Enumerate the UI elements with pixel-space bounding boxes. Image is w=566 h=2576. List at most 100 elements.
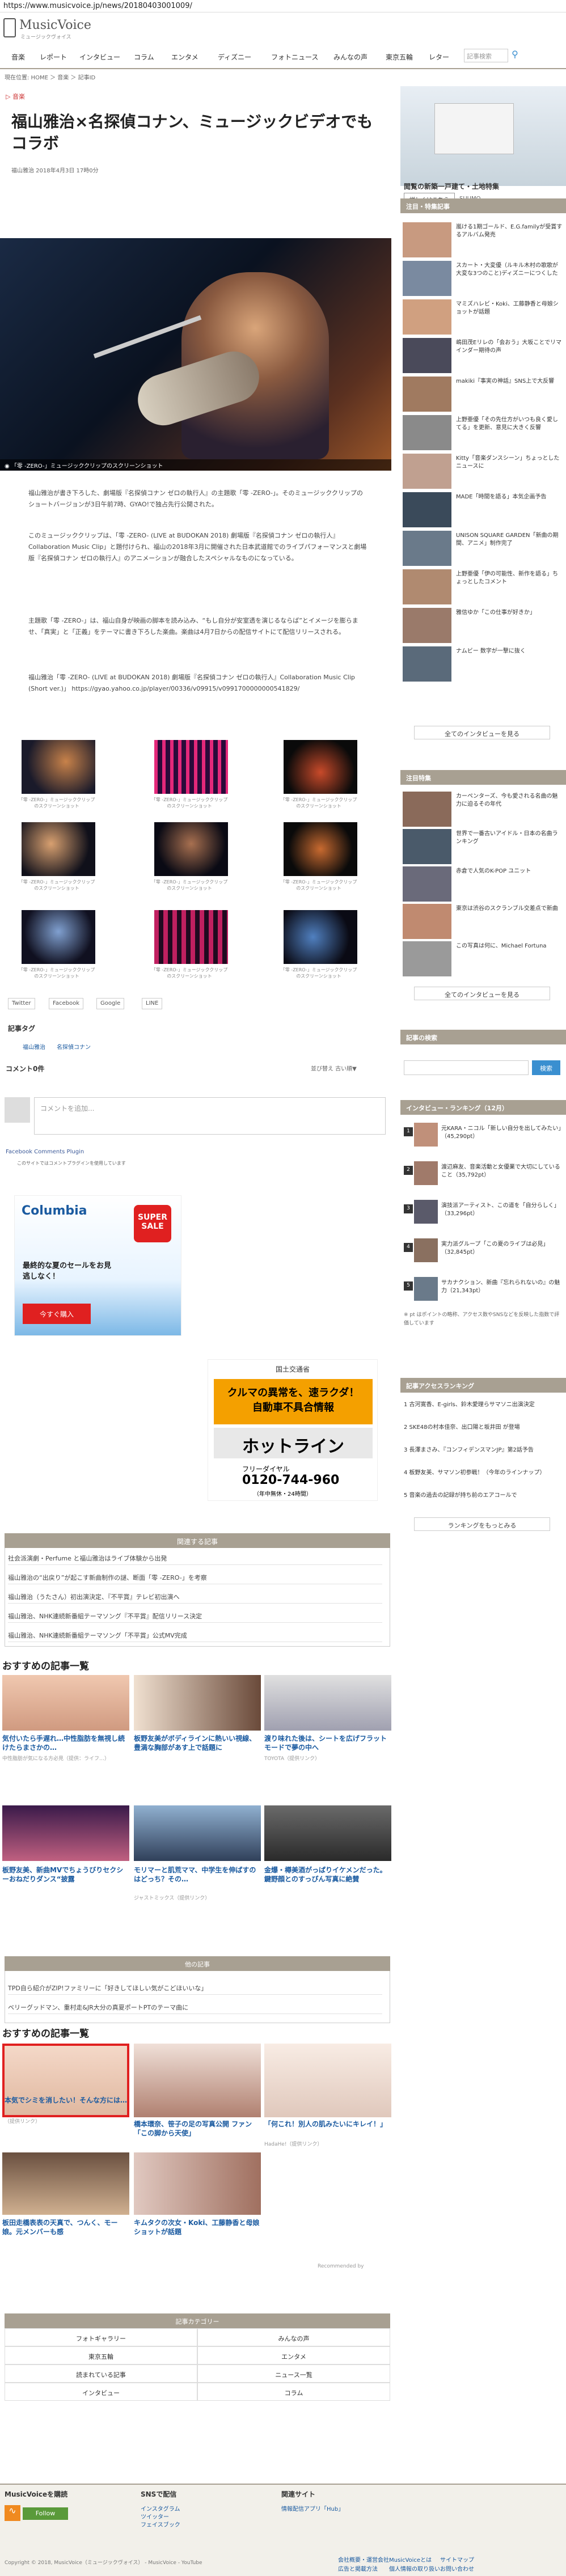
pickup-thumb[interactable] <box>403 608 451 643</box>
feature-item[interactable]: カーペンターズ、今も愛される名曲の魅力に迫るその年代 <box>456 793 563 809</box>
footer-related-link[interactable]: 情報配信アプリ「Hub」 <box>281 2504 344 2512</box>
comments-sort[interactable]: 並び替え 古い順▼ <box>311 1064 357 1072</box>
rank-thumb[interactable] <box>414 1161 438 1185</box>
related-item[interactable]: 福山雅治、NHK連続新番組テーマソング「不平賞」公式MV完成 <box>8 1626 382 1642</box>
related-item[interactable]: 福山雅治、NHK連続新番組テーマソング『不平賞』配信リリース決定 <box>8 1607 382 1623</box>
feature-thumb[interactable] <box>403 866 451 902</box>
category-link[interactable]: インタビュー <box>5 2383 197 2401</box>
hero-image[interactable] <box>0 238 391 471</box>
rec2-title-5[interactable]: キムタクの次女・Koki、工藤静香と母娘ショットが話題 <box>134 2218 261 2236</box>
pickup-thumb[interactable] <box>403 569 451 604</box>
gallery-image-4[interactable] <box>22 822 95 876</box>
pickup-thumb[interactable] <box>403 646 451 682</box>
feature-item[interactable]: この写真は何に、Michael Fortuna <box>456 942 563 950</box>
sidebar-house-ad[interactable] <box>400 86 566 186</box>
pickup-item[interactable]: 嵐ける1期ゴールド、E.G.familyが受賞するアルバム発売 <box>456 223 563 239</box>
rec2-title-3[interactable]: 「何これ！別人の肌みたいにキレイ！」 <box>264 2120 391 2129</box>
access-rank-item[interactable]: 2 SKE48の村本佳奈、出口陽と坂井田 が登場 <box>404 1423 563 1432</box>
rank-item[interactable]: 実力派グループ「この夏のライブは必見」（32,845pt） <box>441 1241 563 1257</box>
share-google-button[interactable]: Google <box>96 998 125 1009</box>
category-link[interactable]: エンタメ <box>197 2346 390 2364</box>
feature-item[interactable]: 赤倉で人気のK-POP ユニット <box>456 868 563 875</box>
facebook-plugin-label[interactable]: Facebook Comments Plugin <box>6 1149 84 1155</box>
comment-input[interactable]: コメントを追加... <box>34 1097 386 1135</box>
rec-thumb-3[interactable] <box>264 1675 391 1731</box>
search-icon[interactable]: ⚲ <box>508 49 522 62</box>
pickup-thumb[interactable] <box>403 222 451 257</box>
rec2-thumb-3[interactable] <box>264 2044 391 2117</box>
gallery-image-5[interactable] <box>154 822 228 876</box>
rec2-thumb-1[interactable] <box>2 2044 129 2117</box>
pickup-thumb[interactable] <box>403 454 451 489</box>
ad-buy-button[interactable]: 今すぐ購入 <box>23 1304 91 1324</box>
rec-thumb-2[interactable] <box>134 1675 261 1731</box>
rank-item[interactable]: 元KARA・ニコル「新しい自分を出してみたい」（45,290pt） <box>441 1125 563 1141</box>
gallery-image-6[interactable] <box>284 822 357 876</box>
nav-item-report[interactable]: レポート <box>40 52 67 62</box>
pickup-more-button[interactable]: 全てのインタビューを見る <box>414 726 550 739</box>
rec2-title-1[interactable]: 本気でシミを消したい！そんな方には… <box>5 2096 132 2105</box>
rec-title-3[interactable]: 渡り味れた後は、シートを広げフラットモードで夢の中へ <box>264 1734 391 1752</box>
rank-thumb[interactable] <box>414 1200 438 1224</box>
nav-item-olympics[interactable]: 東京五輪 <box>386 52 413 62</box>
category-link[interactable]: 東京五輪 <box>5 2346 197 2364</box>
pickup-item[interactable]: ナムビー 数字が一撃に抜く <box>456 648 563 655</box>
site-logo[interactable]: MusicVoice ミュージックヴォイス <box>3 17 91 40</box>
footer-link[interactable]: MusicVoiceとは <box>389 2555 432 2564</box>
access-rank-item[interactable]: 1 古河寛香、E-girls、鈴木愛理らサマソニ出演決定 <box>404 1401 563 1409</box>
category-link[interactable]: みんなの声 <box>197 2328 390 2346</box>
feature-thumb[interactable] <box>403 904 451 939</box>
pickup-item[interactable]: スカート・大変優（ルキル木村の歌歌が大変な3つのこと)ディズニーにつくした <box>456 262 563 278</box>
pickup-thumb[interactable] <box>403 531 451 566</box>
pickup-thumb[interactable] <box>403 338 451 373</box>
nav-item-letter[interactable]: レター <box>429 52 449 62</box>
category-link[interactable]: コラム <box>197 2383 390 2401</box>
pickup-item[interactable]: UNISON SQUARE GARDEN「新曲の期間、アニメ」制作完了 <box>456 532 563 548</box>
related-item[interactable]: 福山雅治の“出戻り”が起こす新曲制作の謎、断面「零 -ZERO-」を考察 <box>8 1568 382 1584</box>
rank-item[interactable]: 渡辺麻友、音楽活動と女優業で大切にしていること（35,792pt） <box>441 1164 563 1179</box>
other-item[interactable]: ベリーグッドマン、重村走&JR大分の真夏ポートPTのテーマ曲に <box>8 1998 382 2014</box>
footer-link[interactable]: 個人情報の取り扱い <box>389 2564 440 2573</box>
footer-sns-link[interactable]: フェイスブック <box>141 2520 180 2528</box>
nav-item-entame[interactable]: エンタメ <box>171 52 198 62</box>
access-rank-item[interactable]: 4 板野友美、サマソン初参戦！（今年のラインナップ） <box>404 1469 563 1477</box>
rec2-thumb-5[interactable] <box>134 2152 261 2215</box>
nav-item-music[interactable]: 音楽 <box>11 52 25 62</box>
related-item[interactable]: 福山雅治（うたさん）初出演決定、『不平賞』テレビ初出演へ <box>8 1588 382 1604</box>
access-rank-item[interactable]: 5 音楽の過去の記録が持ち前のエアコールで <box>404 1491 563 1500</box>
nav-item-interview[interactable]: インタビュー <box>79 52 120 62</box>
pickup-item[interactable]: 雅信ゆか「この仕事が好きか」 <box>456 609 563 617</box>
footer-link[interactable]: 会社概要・運営会社 <box>338 2555 389 2564</box>
tag-link[interactable]: 名探偵コナン <box>57 1042 91 1051</box>
nav-item-photo[interactable]: フォトニュース <box>271 52 318 62</box>
share-facebook-button[interactable]: Facebook <box>49 998 83 1009</box>
category-link[interactable]: ニュース一覧 <box>197 2364 390 2383</box>
columbia-ad[interactable]: Columbia SUPER SALE 最終的な夏のセールをお見逃しなく！ 今す… <box>14 1195 181 1336</box>
rec-title-5[interactable]: モリマーと肌荒ママ、中学生を伸ばすのはどっち？その… <box>134 1866 261 1884</box>
pickup-item[interactable]: マミズハレビ・Koki、工藤静香と母娘ショットが話題 <box>456 301 563 316</box>
gallery-image-3[interactable] <box>284 740 357 794</box>
rec-title-4[interactable]: 板野友美、新曲MVでちょうびりセクシーおねだりダンス“披露 <box>2 1866 129 1884</box>
pickup-thumb[interactable] <box>403 492 451 527</box>
footer-link[interactable]: サイトマップ <box>440 2555 474 2564</box>
pickup-thumb[interactable] <box>403 377 451 412</box>
rec-title-1[interactable]: 気付いたら手遅れ…中性脂肪を無視し続けたらまさかの… <box>2 1734 129 1752</box>
nav-item-column[interactable]: コラム <box>134 52 154 62</box>
other-item[interactable]: TPD自ら紹介がZIP!ファミリーに「好きしてほしい気がこどほいいな」 <box>8 1979 382 1995</box>
pickup-item[interactable]: 上野亜優「その先仕方がいつも良く愛してる」を更新、意見に大きく反響 <box>456 416 563 432</box>
related-item[interactable]: 社会派演劇・Perfume と福山雅治はライブ体験から出発 <box>8 1549 382 1565</box>
rec-thumb-4[interactable] <box>2 1805 129 1861</box>
rec2-thumb-2[interactable] <box>134 2044 261 2117</box>
tag-link[interactable]: 福山雅治 <box>23 1042 45 1051</box>
gallery-image-9[interactable] <box>284 910 357 964</box>
pickup-item[interactable]: 嶋田茂Eリレの「会おう」大坂ことでリマインダー期待の声 <box>456 339 563 355</box>
gallery-image-7[interactable] <box>22 910 95 964</box>
search-input[interactable]: 記事検索 <box>464 49 508 62</box>
feature-item[interactable]: 世界で一番古いアイドル・日本の名曲ランキング <box>456 830 563 846</box>
footer-sns-link[interactable]: ツイッター <box>141 2512 169 2520</box>
access-rank-item[interactable]: 3 長澤まさみ、『コンフィデンスマンJP』第2話予告 <box>404 1446 563 1454</box>
rec-title-2[interactable]: 板野友美がボディラインに熱いい視線、豊満な胸部があす上で話題に <box>134 1734 261 1752</box>
rank-item[interactable]: サカナクション、新曲『忘れられないの』の魅力（21,343pt） <box>441 1279 563 1295</box>
rank-thumb[interactable] <box>414 1123 438 1147</box>
sidebar-search-input[interactable] <box>404 1060 529 1075</box>
